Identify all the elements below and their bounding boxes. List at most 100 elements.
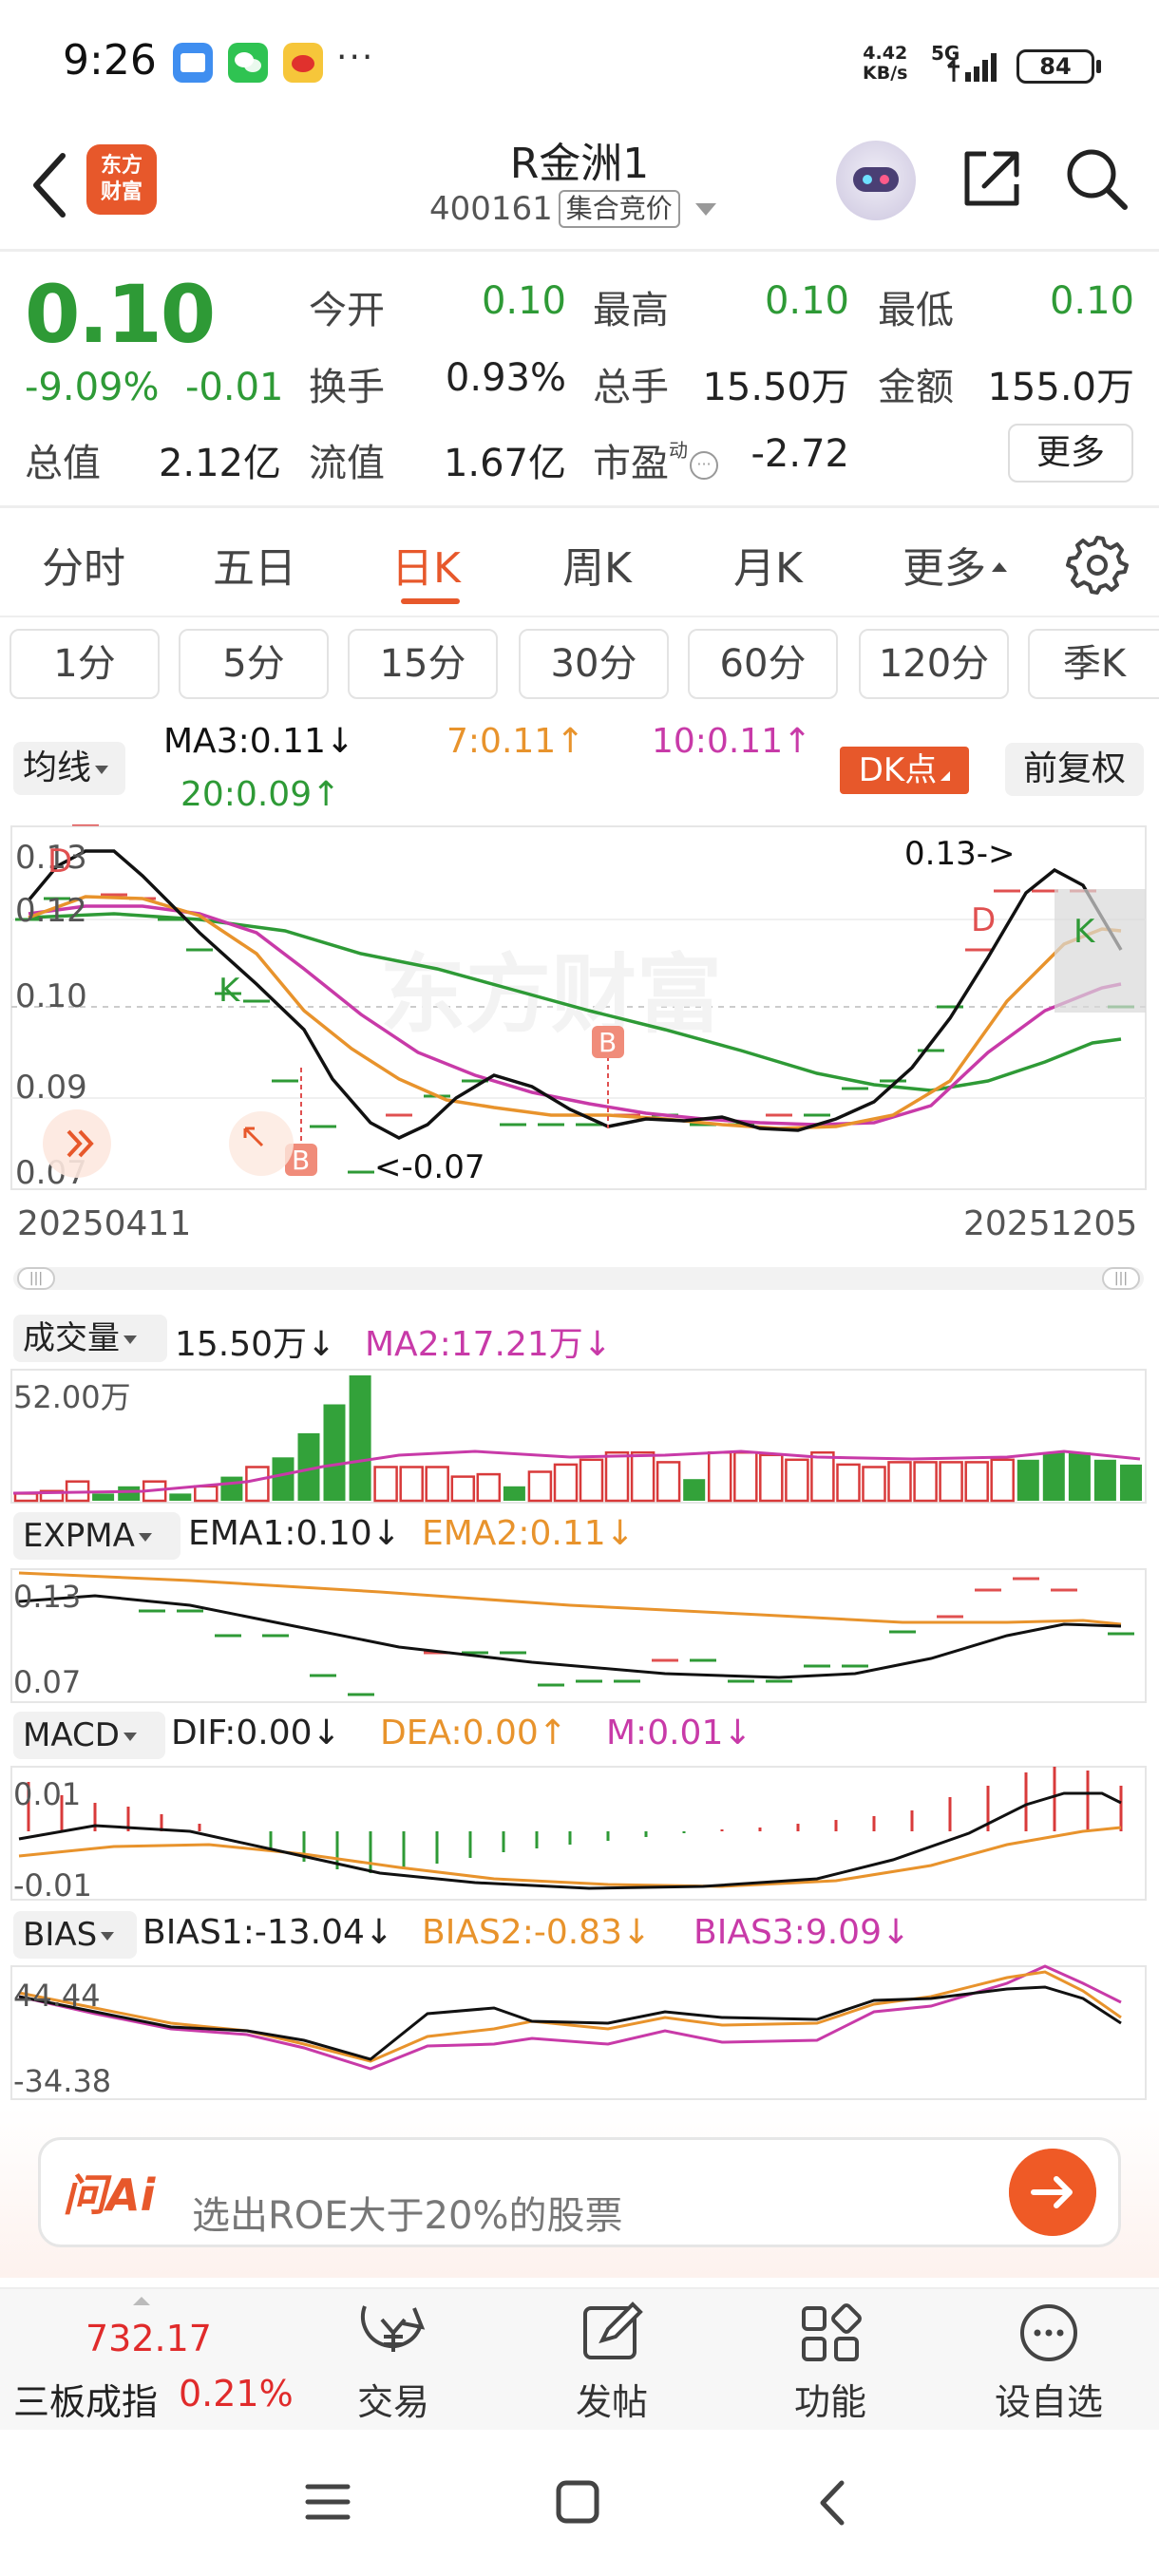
chart-scrollbar[interactable]: ||| ||| bbox=[13, 1267, 1144, 1290]
expma-y-top: 0.13 bbox=[13, 1579, 81, 1615]
ma20-value: 20:0.09↑ bbox=[180, 775, 341, 814]
ma-selector[interactable]: 均线 bbox=[13, 742, 125, 795]
volume-selector-label: 成交量 bbox=[23, 1319, 120, 1357]
scrollbar-left-handle[interactable]: ||| bbox=[17, 1267, 55, 1290]
scrollbar-right-handle[interactable]: ||| bbox=[1102, 1267, 1140, 1290]
more-notifications-icon: ··· bbox=[336, 38, 375, 77]
macd-y-bottom: -0.01 bbox=[13, 1867, 92, 1904]
volume-selector[interactable]: 成交量 bbox=[13, 1315, 167, 1362]
bias-selector-label: BIAS bbox=[23, 1916, 98, 1954]
trade-icon[interactable] bbox=[327, 2299, 460, 2367]
chevron-down-icon bbox=[694, 202, 716, 216]
toolbar-add-watchlist[interactable]: 设自选 bbox=[982, 2373, 1115, 2425]
index-name[interactable]: 三板成指 bbox=[13, 2373, 158, 2425]
volume-bar bbox=[810, 1450, 835, 1503]
volume-bar bbox=[579, 1458, 604, 1503]
chart-end-date: 20251205 bbox=[963, 1204, 1138, 1243]
quote-label-pe: 市盈动··· bbox=[593, 432, 718, 487]
corner-arrow-icon bbox=[940, 771, 951, 781]
menu-icon[interactable] bbox=[304, 2481, 352, 2523]
volume-bar bbox=[553, 1463, 579, 1503]
toolbar-trade[interactable]: 交易 bbox=[327, 2373, 460, 2425]
gear-icon[interactable] bbox=[1066, 532, 1129, 595]
toolbar-functions[interactable]: 功能 bbox=[764, 2373, 897, 2425]
volume-chart[interactable]: 52.00万 bbox=[0, 1368, 1159, 1506]
m-value: M:0.01↓ bbox=[606, 1714, 752, 1752]
caret-up-icon[interactable] bbox=[133, 2297, 150, 2305]
tab-weekly-k[interactable]: 周K bbox=[562, 534, 632, 595]
stock-code-row[interactable]: 400161 集合竞价 bbox=[429, 190, 716, 228]
quote-label-high: 最高 bbox=[593, 289, 669, 332]
macd-y-top: 0.01 bbox=[13, 1776, 81, 1812]
status-time: 9:26 bbox=[63, 36, 157, 85]
quote-label-turnover: 换手 bbox=[309, 366, 385, 409]
volume-bar bbox=[503, 1486, 525, 1501]
arrow-right-icon[interactable] bbox=[1009, 2149, 1096, 2236]
auction-tag: 集合竞价 bbox=[558, 190, 680, 228]
more-quote-button[interactable]: 更多 bbox=[1008, 424, 1133, 483]
home-icon[interactable] bbox=[555, 2479, 600, 2525]
dk-points-button[interactable]: DK点 bbox=[840, 747, 969, 794]
tab-intraday[interactable]: 分时 bbox=[42, 534, 125, 595]
macd-chart[interactable]: 0.01 -0.01 bbox=[0, 1765, 1159, 1904]
more-circle-icon[interactable] bbox=[982, 2299, 1115, 2367]
volume-bar bbox=[1068, 1452, 1091, 1501]
tab-five-day[interactable]: 五日 bbox=[213, 534, 296, 595]
search-icon[interactable] bbox=[1062, 144, 1130, 213]
change-amount: -0.01 bbox=[185, 366, 284, 409]
interval-60m[interactable]: 60分 bbox=[688, 629, 838, 699]
interval-1m[interactable]: 1分 bbox=[10, 629, 160, 699]
adjust-price-button[interactable]: 前复权 bbox=[1005, 743, 1144, 796]
ema2-value: EMA2:0.11↓ bbox=[422, 1514, 635, 1553]
quote-value-volume: 15.50万 bbox=[702, 366, 849, 409]
chevron-down-icon bbox=[101, 1932, 115, 1941]
system-nav-bar bbox=[0, 2432, 1159, 2576]
volume-bar bbox=[862, 1466, 886, 1503]
volume-bar bbox=[990, 1458, 1015, 1503]
expma-chart[interactable]: 0.13 0.07 bbox=[0, 1567, 1159, 1706]
wechat-app-icon bbox=[228, 43, 268, 83]
toolbar-post[interactable]: 发帖 bbox=[545, 2373, 678, 2425]
dea-value: DEA:0.00↑ bbox=[380, 1714, 567, 1752]
net-speed-value: 4.42 bbox=[863, 43, 908, 64]
tab-monthly-k[interactable]: 月K bbox=[733, 534, 803, 595]
last-candle-highlight bbox=[1054, 889, 1146, 1013]
quote-value-pe: -2.72 bbox=[750, 432, 850, 476]
tab-more[interactable]: 更多 bbox=[902, 534, 1007, 595]
interval-30m[interactable]: 30分 bbox=[519, 629, 669, 699]
volume-bar bbox=[476, 1472, 502, 1503]
volume-value: 15.50万↓ bbox=[175, 1325, 336, 1364]
quote-value-high: 0.10 bbox=[764, 279, 849, 323]
tab-more-label: 更多 bbox=[902, 544, 986, 593]
index-value[interactable]: 732.17 bbox=[86, 2318, 212, 2359]
bias-selector[interactable]: BIAS bbox=[13, 1911, 137, 1959]
kline-chart[interactable]: 东方财富 0.13 0.12 0.10 0.09 0.07 D D K K 0.… bbox=[0, 824, 1159, 1195]
info-icon[interactable]: ··· bbox=[690, 451, 718, 480]
volume-bar bbox=[1120, 1464, 1142, 1501]
expma-selector[interactable]: EXPMA bbox=[13, 1512, 180, 1560]
interval-quarter-k[interactable]: 季K bbox=[1028, 629, 1159, 699]
nav-back-icon[interactable] bbox=[813, 2479, 851, 2527]
expma-y-bottom: 0.07 bbox=[13, 1664, 81, 1700]
volume-bar bbox=[527, 1470, 553, 1503]
ai-assistant-icon[interactable] bbox=[836, 141, 916, 220]
bias1-value: BIAS1:-13.04↓ bbox=[142, 1913, 394, 1952]
volume-bar bbox=[707, 1450, 732, 1503]
tab-daily-k[interactable]: 日K bbox=[391, 534, 461, 595]
volume-bar bbox=[194, 1485, 218, 1503]
interval-15m[interactable]: 15分 bbox=[348, 629, 498, 699]
share-icon[interactable] bbox=[958, 144, 1024, 211]
chevron-down-icon bbox=[124, 1335, 137, 1344]
grid-icon[interactable] bbox=[764, 2299, 897, 2367]
volume-bar bbox=[759, 1453, 784, 1503]
pe-superscript: 动 bbox=[669, 438, 688, 462]
kline-y-tick: 0.09 bbox=[15, 1069, 87, 1107]
ai-prompt-input[interactable]: 选出ROE大于20%的股票 bbox=[192, 2185, 622, 2240]
current-price: 0.10 bbox=[25, 268, 216, 361]
interval-5m[interactable]: 5分 bbox=[179, 629, 329, 699]
interval-120m[interactable]: 120分 bbox=[859, 629, 1009, 699]
macd-selector[interactable]: MACD bbox=[13, 1712, 165, 1759]
index-change[interactable]: 0.21% bbox=[179, 2373, 294, 2415]
bias-chart[interactable]: 44.44 -34.38 bbox=[0, 1964, 1159, 2103]
post-icon[interactable] bbox=[545, 2299, 678, 2367]
